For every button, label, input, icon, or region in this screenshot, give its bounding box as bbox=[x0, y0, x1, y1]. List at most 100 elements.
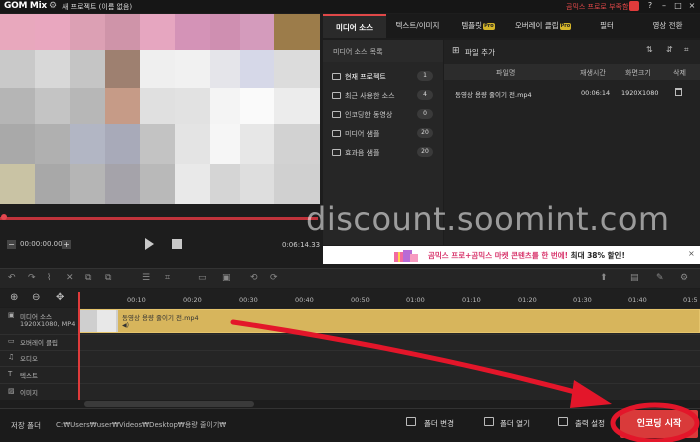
folder-icon bbox=[332, 73, 341, 80]
zoom-in-icon[interactable]: ⊕ bbox=[10, 292, 18, 303]
promo-badge[interactable] bbox=[629, 1, 639, 11]
minimize-button[interactable]: – bbox=[658, 1, 670, 10]
preview-pixel bbox=[140, 88, 175, 124]
folder-item-recent[interactable]: 최근 사용한 소스 4 bbox=[323, 89, 443, 104]
promo-discount: 최대 38% 할인! bbox=[570, 251, 625, 260]
open-folder-icon[interactable] bbox=[484, 417, 494, 426]
sort-desc-icon[interactable]: ⇵ bbox=[666, 45, 673, 54]
preview-pixel bbox=[70, 164, 105, 204]
folder-count: 0 bbox=[417, 109, 433, 119]
ruler-tick: 00:10 bbox=[127, 296, 146, 304]
preview-pixel bbox=[210, 124, 240, 164]
sort-icon[interactable]: ⇅ bbox=[646, 45, 653, 54]
trash-icon[interactable] bbox=[675, 88, 682, 96]
promo-banner-text: 곰믹스 프로+곰믹스 마켓 콘텐츠를 한 번에! 최대 38% 할인! bbox=[428, 250, 625, 261]
stop-icon[interactable] bbox=[172, 239, 182, 249]
overlay-track-icon: ▭ bbox=[8, 337, 15, 345]
track-label-text: 오버레이 클립 bbox=[20, 339, 58, 347]
timeline-ruler[interactable] bbox=[78, 289, 700, 307]
rotate-left-icon[interactable]: ⟲ bbox=[250, 273, 258, 283]
settings-icon[interactable]: ⚙ bbox=[680, 273, 688, 283]
zoom-out-icon[interactable]: ⊖ bbox=[32, 292, 40, 303]
column-filename[interactable]: 파일명 bbox=[496, 68, 515, 78]
delete-icon[interactable]: ✕ bbox=[66, 273, 74, 283]
folder-count: 1 bbox=[417, 71, 433, 81]
output-settings-button[interactable]: 출력 설정 bbox=[575, 418, 605, 429]
preview-pixel bbox=[105, 14, 140, 50]
tab-filter[interactable]: 필터 bbox=[579, 14, 635, 38]
folder-item-current-project[interactable]: 현재 프로젝트 1 bbox=[323, 70, 443, 85]
play-icon[interactable] bbox=[145, 238, 154, 250]
rotate-right-icon[interactable]: ⟳ bbox=[270, 273, 278, 283]
preview-pixel bbox=[105, 50, 140, 88]
media-track-icon: ▣ bbox=[8, 311, 15, 319]
adjust-icon[interactable]: ☰ bbox=[142, 273, 150, 283]
start-encoding-button[interactable]: 인코딩 시작 bbox=[620, 410, 698, 438]
redo-icon[interactable]: ↷ bbox=[28, 273, 36, 283]
project-title: 새 프로젝트 (이름 없음) bbox=[62, 3, 133, 11]
panel-tabs: 미디어 소스 텍스트/이미지 템플릿 Pro 오버레이 클립 Pro 필터 영상 전… bbox=[323, 14, 700, 38]
close-button[interactable]: × bbox=[686, 1, 698, 10]
help-button[interactable]: ? bbox=[644, 1, 656, 10]
pro-badge: Pro bbox=[559, 22, 572, 30]
speaker-icon[interactable]: ◀) bbox=[122, 322, 129, 329]
track-label-text: 오디오 bbox=[20, 355, 38, 363]
tab-template[interactable]: 템플릿 Pro bbox=[449, 14, 507, 38]
folder-item-sound-samples[interactable]: 효과음 샘플 20 bbox=[323, 146, 443, 161]
video-preview[interactable] bbox=[0, 14, 320, 204]
file-name: 동영상 용량 줄이기 전.mp4 bbox=[455, 91, 532, 99]
preview-pixel bbox=[240, 124, 274, 164]
copy-icon[interactable]: ⧉ bbox=[85, 273, 91, 283]
ruler-tick: 01:10 bbox=[462, 296, 481, 304]
ruler-tick: 01:5 bbox=[683, 296, 698, 304]
ruler-tick: 00:20 bbox=[183, 296, 202, 304]
image-icon[interactable]: ▣ bbox=[222, 273, 231, 283]
ruler-tick: 01:20 bbox=[518, 296, 537, 304]
time-increment-button[interactable]: + bbox=[62, 240, 71, 249]
add-file-button[interactable]: 파일 추가 bbox=[465, 47, 495, 58]
preview-pixel bbox=[210, 14, 240, 50]
output-settings-icon[interactable] bbox=[558, 417, 568, 426]
view-options-icon[interactable]: ⌗ bbox=[684, 45, 689, 55]
paste-icon[interactable]: ⧉ bbox=[105, 273, 111, 283]
folder-item-media-samples[interactable]: 미디어 샘플 20 bbox=[323, 127, 443, 142]
edit-icon[interactable]: ✎ bbox=[656, 273, 664, 283]
change-folder-icon[interactable] bbox=[406, 417, 416, 426]
tab-text-image[interactable]: 텍스트/이미지 bbox=[386, 14, 449, 38]
maximize-button[interactable]: □ bbox=[672, 1, 684, 10]
save-folder-label: 저장 폴더 bbox=[11, 421, 41, 430]
seek-bar[interactable] bbox=[0, 217, 318, 220]
seek-handle[interactable] bbox=[1, 214, 7, 220]
add-file-icon[interactable]: ⊞ bbox=[452, 46, 460, 56]
tab-overlay-clip[interactable]: 오버레이 클립 Pro bbox=[507, 14, 579, 38]
crop-icon[interactable]: ⌗ bbox=[165, 273, 170, 283]
tab-label: 필터 bbox=[600, 21, 614, 30]
column-resolution[interactable]: 화면크기 bbox=[625, 68, 651, 78]
tab-transition[interactable]: 영상 전환 bbox=[635, 14, 700, 38]
tab-media-source[interactable]: 미디어 소스 bbox=[323, 14, 386, 38]
preview-pixel bbox=[0, 124, 35, 164]
folder-item-encoded[interactable]: 인코딩한 동영상 0 bbox=[323, 108, 443, 123]
open-folder-button[interactable]: 폴더 열기 bbox=[500, 418, 530, 429]
preview-pixel bbox=[35, 88, 70, 124]
export-icon[interactable]: ⬆ bbox=[600, 273, 608, 283]
fit-to-window-icon[interactable]: ✥ bbox=[56, 292, 64, 303]
folder-count: 20 bbox=[417, 128, 433, 138]
undo-icon[interactable]: ↶ bbox=[8, 273, 16, 283]
save-icon[interactable]: ▤ bbox=[630, 273, 639, 283]
column-duration[interactable]: 재생시간 bbox=[580, 68, 606, 78]
split-icon[interactable]: ⌇ bbox=[47, 273, 51, 283]
close-banner-icon[interactable]: × bbox=[688, 249, 695, 258]
change-folder-button[interactable]: 폴더 변경 bbox=[424, 418, 454, 429]
playhead[interactable] bbox=[78, 292, 80, 400]
current-time: 00:00:00.00 bbox=[20, 240, 63, 248]
clip-thumbnail bbox=[97, 310, 116, 332]
folder-icon bbox=[332, 130, 341, 137]
settings-gear-icon[interactable]: ⚙ bbox=[49, 1, 57, 11]
preview-pixel bbox=[35, 50, 70, 88]
time-decrement-button[interactable]: − bbox=[7, 240, 16, 249]
preview-pixel bbox=[274, 88, 320, 124]
timeline-scrollbar[interactable] bbox=[84, 401, 254, 407]
preview-pixel bbox=[210, 88, 240, 124]
aspect-icon[interactable]: ▭ bbox=[198, 273, 207, 283]
